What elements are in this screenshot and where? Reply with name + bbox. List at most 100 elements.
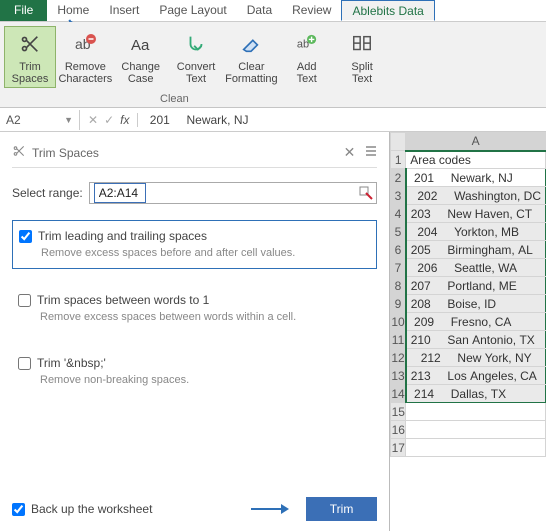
clear-fmt-label: Clear Formatting [225, 61, 278, 85]
cell[interactable]: 205 Birmingham, AL [406, 241, 546, 259]
row-header[interactable]: 3 [391, 187, 406, 205]
cell[interactable]: 214 Dallas, TX [406, 385, 546, 403]
remove-characters-button[interactable]: ab Remove Characters [59, 27, 111, 87]
col-header-a[interactable]: A [406, 133, 546, 151]
check-icon[interactable]: ✓ [104, 113, 114, 127]
cell[interactable]: 203 New Haven, CT [406, 205, 546, 223]
option-trim-nbsp: Trim '&nbsp;' Remove non-breaking spaces… [12, 348, 377, 395]
cell[interactable]: 207 Portland, ME [406, 277, 546, 295]
range-input-wrap [89, 182, 378, 204]
close-icon[interactable]: ✕ [344, 144, 356, 161]
range-input[interactable] [94, 183, 146, 203]
row-header[interactable]: 7 [391, 259, 406, 277]
formula-bar-buttons: ✕ ✓ fx [80, 113, 138, 127]
worksheet-grid[interactable]: A 1Area codes 2 201 Newark, NJ3 202 Wash… [390, 132, 546, 531]
change-case-label: Change Case [121, 61, 160, 85]
trim-between-words-label: Trim spaces between words to 1 [37, 293, 209, 307]
change-case-button[interactable]: Aa Change Case [115, 27, 167, 87]
row-header[interactable]: 5 [391, 223, 406, 241]
convert-text-icon [185, 29, 207, 59]
scissors-icon [19, 29, 41, 59]
trim-button[interactable]: Trim [306, 497, 378, 521]
cell[interactable] [406, 421, 546, 439]
cell[interactable]: 206 Seattle, WA [406, 259, 546, 277]
option-trim-leading-trailing: Trim leading and trailing spaces Remove … [12, 220, 377, 269]
row-header[interactable]: 8 [391, 277, 406, 295]
formula-bar: A2 ▼ ✕ ✓ fx 201 Newark, NJ [0, 108, 546, 132]
trim-leading-trailing-checkbox[interactable] [19, 230, 32, 243]
range-picker-icon[interactable] [358, 185, 374, 201]
tab-file[interactable]: File [0, 0, 47, 21]
cell[interactable]: 210 San Antonio, TX [406, 331, 546, 349]
trim-leading-trailing-label: Trim leading and trailing spaces [38, 229, 207, 243]
backup-checkbox[interactable] [12, 503, 25, 516]
add-text-icon: ab [296, 29, 318, 59]
row-header[interactable]: 17 [391, 439, 406, 457]
cell[interactable] [406, 403, 546, 421]
row-header[interactable]: 15 [391, 403, 406, 421]
cell[interactable]: 208 Boise, ID [406, 295, 546, 313]
select-range-label: Select range: [12, 186, 83, 200]
row-header[interactable]: 4 [391, 205, 406, 223]
row-header[interactable]: 2 [391, 169, 406, 187]
trim-nbsp-label: Trim '&nbsp;' [37, 356, 106, 370]
remove-chars-label: Remove Characters [58, 61, 112, 85]
row-header[interactable]: 11 [391, 331, 406, 349]
cancel-icon[interactable]: ✕ [88, 113, 98, 127]
ribbon: Trim Spaces ab Remove Characters Aa Chan… [0, 22, 546, 108]
ribbon-tabs: File Home Insert Page Layout Data Review… [0, 0, 546, 22]
name-box[interactable]: A2 ▼ [0, 110, 80, 130]
menu-icon[interactable] [365, 144, 377, 161]
trim-nbsp-desc: Remove non-breaking spaces. [40, 374, 371, 387]
row-header[interactable]: 16 [391, 421, 406, 439]
cell[interactable]: 212 New York, NY [406, 349, 546, 367]
add-text-label: Add Text [297, 61, 317, 85]
trim-spaces-button[interactable]: Trim Spaces [4, 26, 56, 88]
cell[interactable] [406, 439, 546, 457]
split-text-label: Split Text [351, 61, 372, 85]
tab-review[interactable]: Review [282, 0, 341, 21]
select-all-corner[interactable] [391, 133, 406, 151]
row-header[interactable]: 1 [391, 151, 406, 169]
trim-spaces-label: Trim Spaces [12, 61, 49, 85]
pane-title: Trim Spaces [32, 146, 99, 160]
tab-insert[interactable]: Insert [99, 0, 149, 21]
remove-chars-icon: ab [73, 29, 97, 59]
row-header[interactable]: 12 [391, 349, 406, 367]
trim-spaces-pane: Trim Spaces ✕ Select range: Trim leadi [0, 132, 390, 531]
add-text-button[interactable]: ab Add Text [281, 27, 333, 87]
cell[interactable]: 213 Los Angeles, CA [406, 367, 546, 385]
row-header[interactable]: 14 [391, 385, 406, 403]
split-text-icon [351, 29, 373, 59]
cell[interactable]: 201 Newark, NJ [406, 169, 546, 187]
cell[interactable]: 209 Fresno, CA [406, 313, 546, 331]
backup-label: Back up the worksheet [31, 502, 152, 516]
cell[interactable]: 204 Yorkton, MB [406, 223, 546, 241]
change-case-icon: Aa [129, 29, 153, 59]
row-header[interactable]: 6 [391, 241, 406, 259]
row-header[interactable]: 9 [391, 295, 406, 313]
cell[interactable]: 202 Washington, DC [406, 187, 546, 205]
tab-page-layout[interactable]: Page Layout [149, 0, 236, 21]
convert-text-button[interactable]: Convert Text [170, 27, 222, 87]
fx-icon[interactable]: fx [120, 113, 129, 127]
split-text-button[interactable]: Split Text [336, 27, 388, 87]
scissors-icon [12, 144, 26, 161]
tab-data[interactable]: Data [237, 0, 282, 21]
trim-nbsp-checkbox[interactable] [18, 357, 31, 370]
cell-a1[interactable]: Area codes [406, 151, 546, 169]
row-header[interactable]: 13 [391, 367, 406, 385]
eraser-icon [240, 29, 262, 59]
svg-text:Aa: Aa [131, 37, 150, 54]
row-header[interactable]: 10 [391, 313, 406, 331]
trim-leading-trailing-desc: Remove excess spaces before and after ce… [41, 247, 370, 260]
formula-input[interactable]: 201 Newark, NJ [138, 110, 546, 130]
convert-text-label: Convert Text [177, 61, 216, 85]
option-trim-between-words: Trim spaces between words to 1 Remove ex… [12, 285, 377, 332]
tab-home[interactable]: Home [47, 0, 99, 21]
clear-formatting-button[interactable]: Clear Formatting [225, 27, 277, 87]
annotation-arrow-icon [249, 500, 289, 523]
tab-ablebits-data[interactable]: Ablebits Data [341, 0, 434, 21]
chevron-down-icon: ▼ [64, 115, 73, 125]
trim-between-words-checkbox[interactable] [18, 294, 31, 307]
